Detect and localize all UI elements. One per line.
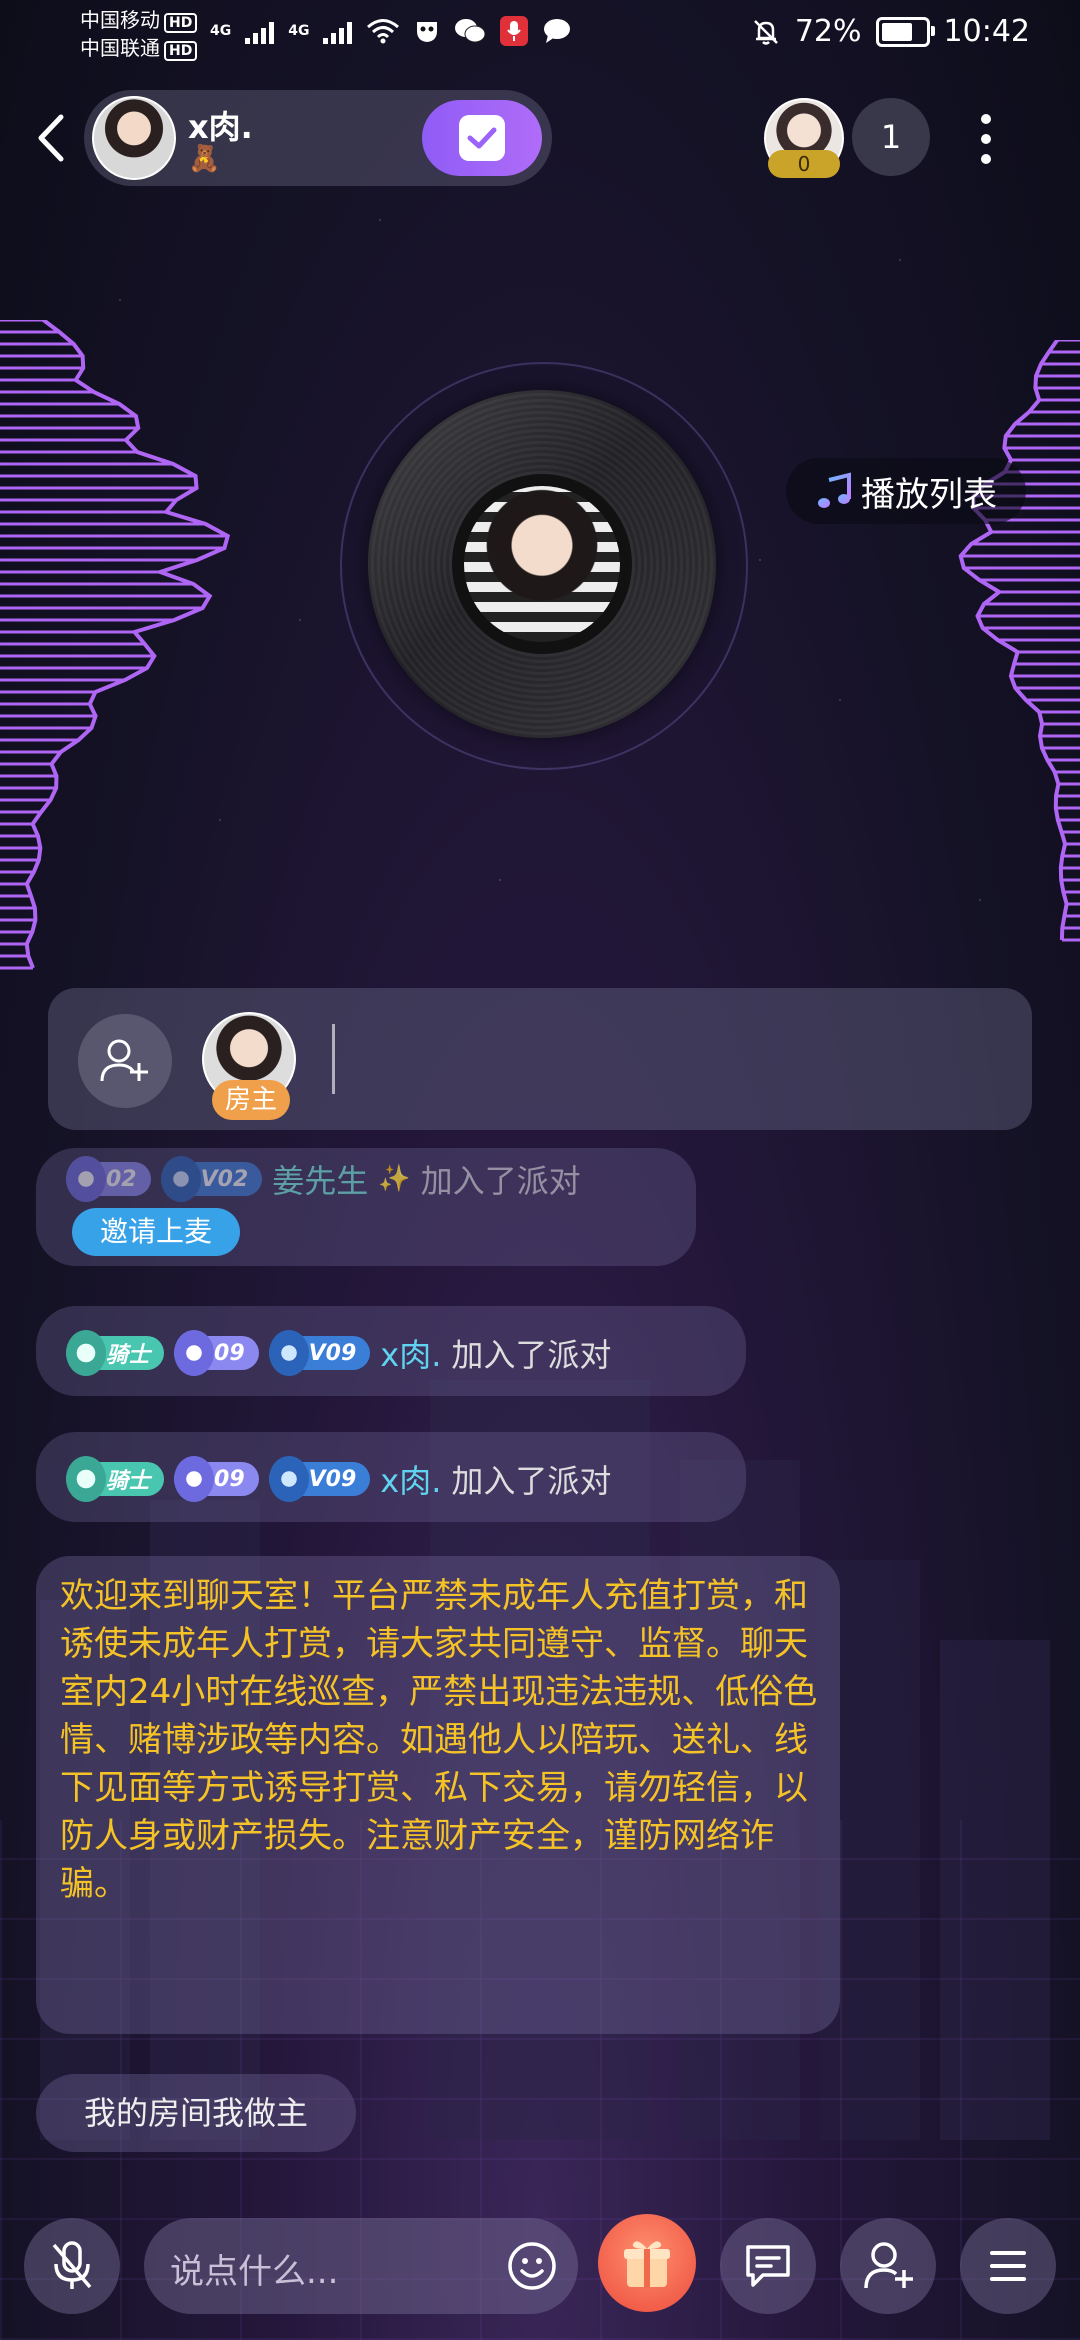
level-badge: 02	[66, 1156, 151, 1202]
chat-row: 02 V02 姜先生 ✨ 加入了派对	[66, 1156, 581, 1202]
status-icons: 4G 4G	[210, 16, 572, 46]
vip-badge: V09	[268, 1456, 371, 1502]
room-owner-avatar[interactable]	[92, 96, 176, 180]
seat-divider	[332, 1024, 335, 1094]
back-button[interactable]	[22, 108, 78, 168]
join-text: 加入了派对	[451, 1462, 612, 1500]
username[interactable]: 姜先生	[272, 1156, 368, 1202]
mic-off-icon	[52, 2241, 92, 2289]
mic-toggle-button[interactable]	[24, 2218, 120, 2314]
hd-badge-1: HD	[164, 13, 198, 33]
checkmark-icon	[459, 115, 505, 161]
network-type-2: 4G	[288, 23, 310, 39]
online-count-button[interactable]: 1	[852, 98, 930, 176]
vip-badge: V02	[160, 1156, 263, 1202]
system-notice-text: 欢迎来到聊天室！平台严禁未成年人充值打赏，和诱使未成年人打赏，请大家共同遵守、监…	[60, 1576, 818, 1904]
clock: 10:42	[943, 14, 1030, 49]
message-bubble-icon	[544, 19, 571, 43]
add-friend-button[interactable]	[840, 2218, 936, 2314]
level-badge: 09	[174, 1456, 259, 1502]
viewer-contribution-badge: 0	[768, 150, 840, 178]
menu-button[interactable]	[960, 2218, 1056, 2314]
username[interactable]: x肉.	[380, 1330, 441, 1376]
chat-message-my-room: 我的房间我做主	[36, 2074, 356, 2152]
audio-waveform-right	[958, 340, 1080, 942]
invite-to-mic-button[interactable]: 邀请上麦	[72, 1208, 240, 1256]
network-type-1: 4G	[210, 23, 232, 39]
mic-seat-bar: 房主	[48, 988, 1032, 1130]
add-user-icon	[100, 1039, 148, 1082]
chat-input-placeholder: 说点什么...	[170, 2252, 339, 2292]
mic-recording-icon	[500, 16, 529, 46]
username[interactable]: x肉.	[380, 1456, 441, 1502]
sparkle-icon: ✨	[378, 1164, 411, 1194]
status-bar: 中国移动 HD 中国联通 HD 4G 4G 72% 10:42	[0, 0, 1080, 70]
more-options-button[interactable]	[960, 104, 1012, 174]
carrier-2: 中国联通	[80, 36, 160, 60]
join-text: 加入了派对	[420, 1162, 581, 1200]
chevron-left-icon	[38, 114, 64, 162]
carrier-info: 中国移动 HD 中国联通 HD	[80, 6, 198, 62]
room-info-pill[interactable]: x肉. 🧸	[84, 90, 552, 186]
battery-percent: 72%	[794, 14, 862, 49]
audio-waveform-left	[0, 320, 231, 970]
add-user-button[interactable]	[78, 1014, 172, 1108]
messages-button[interactable]	[720, 2218, 816, 2314]
follow-room-button[interactable]	[422, 100, 542, 176]
playlist-button[interactable]: 播放列表	[786, 458, 1026, 524]
chat-input[interactable]: 说点什么...	[144, 2218, 578, 2314]
hd-badge-2: HD	[164, 41, 198, 61]
wechat-icon	[455, 19, 486, 43]
join-text: 加入了派对	[451, 1336, 612, 1374]
bell-muted-icon	[753, 19, 778, 45]
knight-rank-badge: 骑士	[66, 1330, 165, 1376]
battery-level-fill	[881, 22, 912, 41]
battery-icon	[875, 16, 935, 47]
status-right: 72% 10:42	[751, 14, 1030, 49]
level-badge: 09	[174, 1330, 259, 1376]
room-name: x肉.	[188, 108, 253, 146]
chat-row: 骑士 09 V09 x肉. 加入了派对	[66, 1330, 611, 1376]
host-photo	[464, 486, 620, 642]
gift-button[interactable]	[598, 2214, 696, 2312]
carrier-1: 中国移动	[80, 8, 160, 32]
signal-icon	[245, 18, 275, 44]
playlist-label: 播放列表	[861, 474, 997, 515]
chat-message-join-2: 骑士 09 V09 x肉. 加入了派对	[36, 1306, 746, 1396]
signal-icon-2	[323, 18, 353, 44]
system-notice: 欢迎来到聊天室！平台严禁未成年人充值打赏，和诱使未成年人打赏，请大家共同遵守、监…	[36, 1556, 840, 2034]
vip-badge: V09	[268, 1330, 371, 1376]
add-user-icon	[864, 2242, 913, 2289]
chat-bubble-icon	[746, 2245, 790, 2287]
chat-row: 骑士 09 V09 x肉. 加入了派对	[66, 1456, 611, 1502]
emoji-icon[interactable]	[506, 2240, 558, 2292]
hamburger-menu-icon	[990, 2251, 1026, 2281]
host-tag: 房主	[212, 1080, 290, 1120]
chat-message-join-3: 骑士 09 V09 x肉. 加入了派对	[36, 1432, 746, 1522]
music-note-icon	[818, 472, 851, 508]
gift-icon	[624, 2241, 670, 2287]
room-bear-icon: 🧸	[188, 144, 221, 174]
knight-rank-badge: 骑士	[66, 1456, 165, 1502]
mask-app-icon	[417, 22, 438, 42]
wifi-icon	[367, 19, 400, 44]
